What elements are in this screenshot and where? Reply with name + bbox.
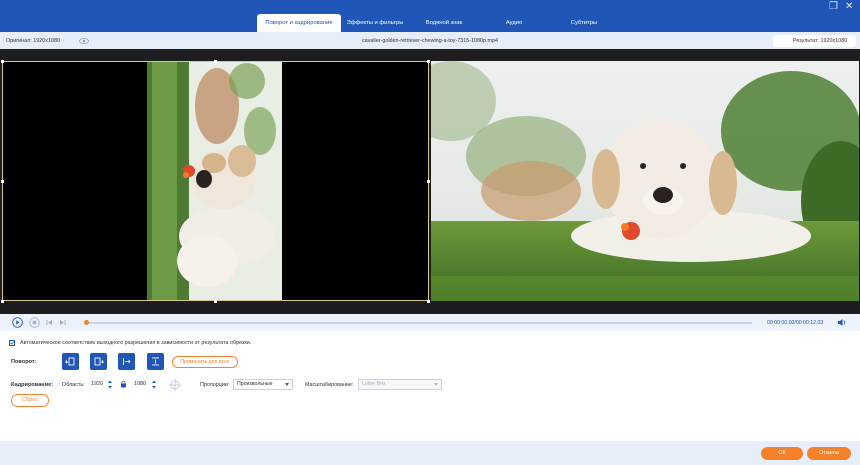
rotation-label: Поворот:: [11, 359, 37, 365]
rotate-right-icon: [94, 357, 105, 366]
center-crop-icon[interactable]: [168, 378, 182, 394]
cancel-button[interactable]: Отмена: [807, 447, 851, 460]
reset-button[interactable]: Сброс: [11, 394, 49, 407]
restore-icon[interactable]: ❐: [829, 2, 838, 12]
tab-rotate-crop[interactable]: Поворот и кадрирование: [257, 14, 341, 32]
file-name: cavalier-golden-retriever-chewing-a-toy-…: [361, 38, 499, 44]
flip-horizontal-button[interactable]: [118, 353, 135, 370]
rotated-video-frame: [2, 61, 429, 301]
aspect-ratio-select[interactable]: Произвольные: [233, 379, 293, 390]
crop-handle-top[interactable]: [214, 60, 217, 63]
play-icon[interactable]: [12, 317, 23, 330]
crop-width-field[interactable]: 1920: [91, 379, 107, 390]
rotate-left-button[interactable]: [62, 353, 79, 370]
scale-label: Масштабирование:: [305, 382, 354, 388]
stop-icon[interactable]: [29, 317, 40, 330]
time-display: 00:00:00.00/00:00:12.03: [767, 320, 824, 326]
crop-label: Кадрирование:: [11, 382, 54, 388]
footer-bar: ОК Отмена: [0, 441, 860, 465]
timeline-track[interactable]: [86, 322, 752, 324]
checkmark-icon: [10, 341, 14, 345]
chevron-down-icon: [434, 383, 438, 386]
crop-handle-bottom[interactable]: [214, 300, 217, 303]
crop-handle-right[interactable]: [427, 180, 430, 183]
crop-width-stepper[interactable]: [107, 379, 113, 390]
crop-height-stepper[interactable]: [151, 379, 157, 390]
result-video-frame: [431, 61, 859, 301]
flip-vertical-icon: [152, 357, 159, 366]
apply-all-button[interactable]: Применить для всех: [172, 356, 238, 368]
crop-height-field[interactable]: 1080: [134, 379, 150, 390]
original-preview[interactable]: [2, 61, 429, 301]
area-label: Область:: [62, 382, 85, 388]
lock-icon[interactable]: [120, 380, 127, 390]
auto-fit-checkbox[interactable]: [9, 340, 15, 346]
tab-bar: Поворот и кадрирование Эффекты и фильтры…: [257, 14, 619, 32]
tab-effects-filters[interactable]: Эффекты и фильтры: [341, 14, 409, 32]
playback-bar: 00:00:00.00/00:00:12.03: [0, 314, 860, 331]
next-frame-icon[interactable]: [58, 317, 67, 330]
crop-handle-top-right[interactable]: [427, 60, 430, 63]
previous-frame-icon[interactable]: [45, 317, 54, 330]
scaling-value: Letter Box: [362, 381, 386, 387]
aspect-ratio-value: Произвольные: [237, 381, 273, 387]
tab-audio[interactable]: Аудио: [479, 14, 549, 32]
timeline-knob[interactable]: [84, 320, 89, 325]
scaling-select[interactable]: Letter Box: [358, 379, 442, 390]
tab-watermark[interactable]: Водяной знак: [409, 14, 479, 32]
close-icon[interactable]: ✕: [845, 2, 853, 12]
tab-subtitles[interactable]: Субтитры: [549, 14, 619, 32]
ok-button[interactable]: ОК: [761, 447, 803, 460]
rotate-left-icon: [64, 357, 75, 366]
info-bar: Оригинал: 1920x1080 cavalier-golden-retr…: [0, 32, 860, 49]
result-preview: [431, 61, 859, 301]
crop-handle-top-left[interactable]: [1, 60, 4, 63]
title-bar: ❐ ✕ Поворот и кадрирование Эффекты и фил…: [0, 0, 860, 32]
crop-handle-left[interactable]: [1, 180, 4, 183]
crop-handle-bottom-right[interactable]: [427, 300, 430, 303]
chevron-down-icon: [285, 383, 289, 386]
crop-handle-bottom-left[interactable]: [1, 300, 4, 303]
ratio-label: Пропорции:: [200, 382, 230, 388]
volume-icon[interactable]: [837, 318, 847, 329]
controls-panel: Автоматическое соответствие выходного ра…: [0, 331, 860, 441]
auto-fit-label: Автоматическое соответствие выходного ра…: [20, 340, 252, 346]
flip-vertical-button[interactable]: [147, 353, 164, 370]
preview-area: [0, 49, 860, 314]
result-resolution: Результат: 1920x1080: [773, 35, 856, 47]
flip-horizontal-icon: [123, 358, 131, 365]
rotate-right-button[interactable]: [90, 353, 107, 370]
